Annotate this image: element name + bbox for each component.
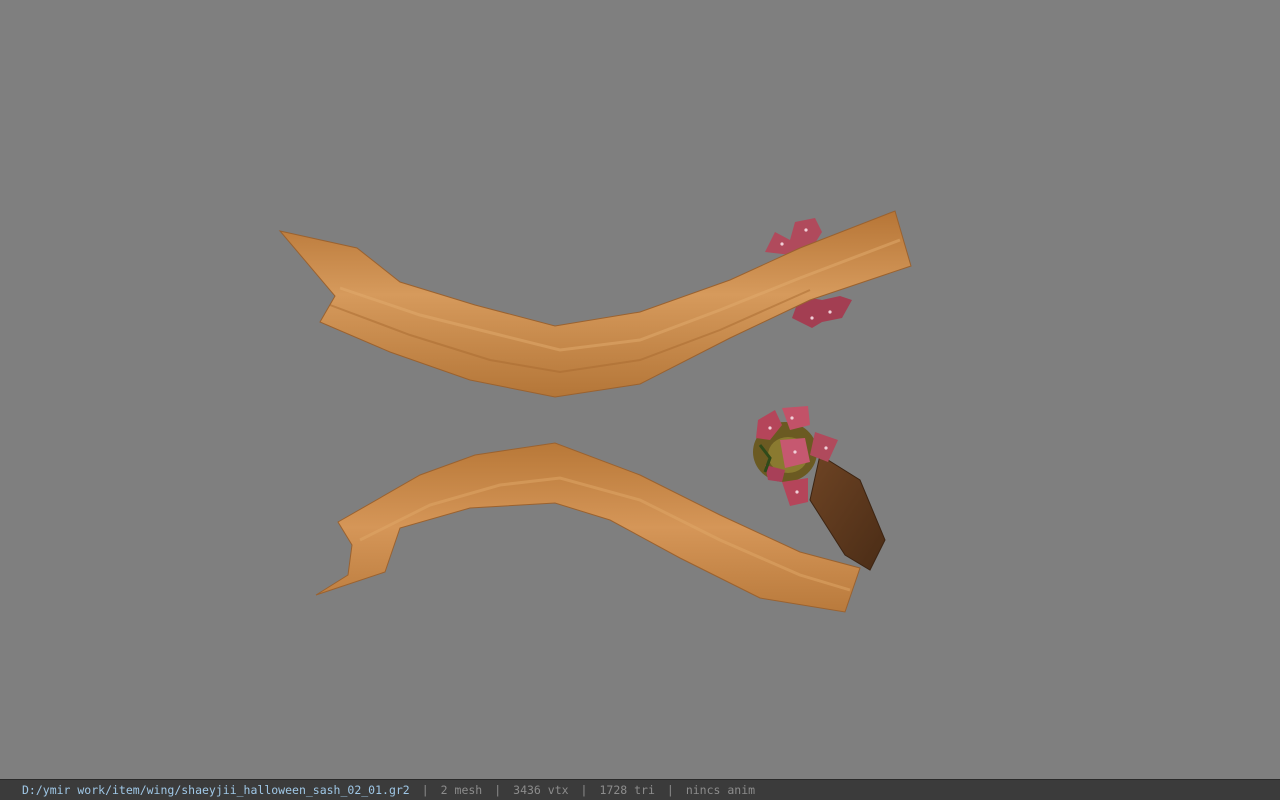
animation-status: nincs anim: [685, 783, 756, 797]
status-bar: D:/ymir work/item/wing/shaeyjii_hallowee…: [0, 779, 1280, 800]
separator: |: [666, 783, 674, 797]
file-path: D:/ymir work/item/wing/shaeyjii_hallowee…: [22, 783, 410, 797]
triangle-count: 1728 tri: [599, 783, 655, 797]
upper-sash-ribbon: [278, 210, 912, 398]
vertex-count: 3436 vtx: [513, 783, 569, 797]
mesh-count: 2 mesh: [440, 783, 483, 797]
separator: |: [580, 783, 588, 797]
lower-sash-ribbon: [315, 406, 886, 613]
model-render: [278, 210, 912, 613]
3d-viewport[interactable]: [0, 0, 1280, 779]
separator: |: [421, 783, 429, 797]
separator: |: [494, 783, 502, 797]
